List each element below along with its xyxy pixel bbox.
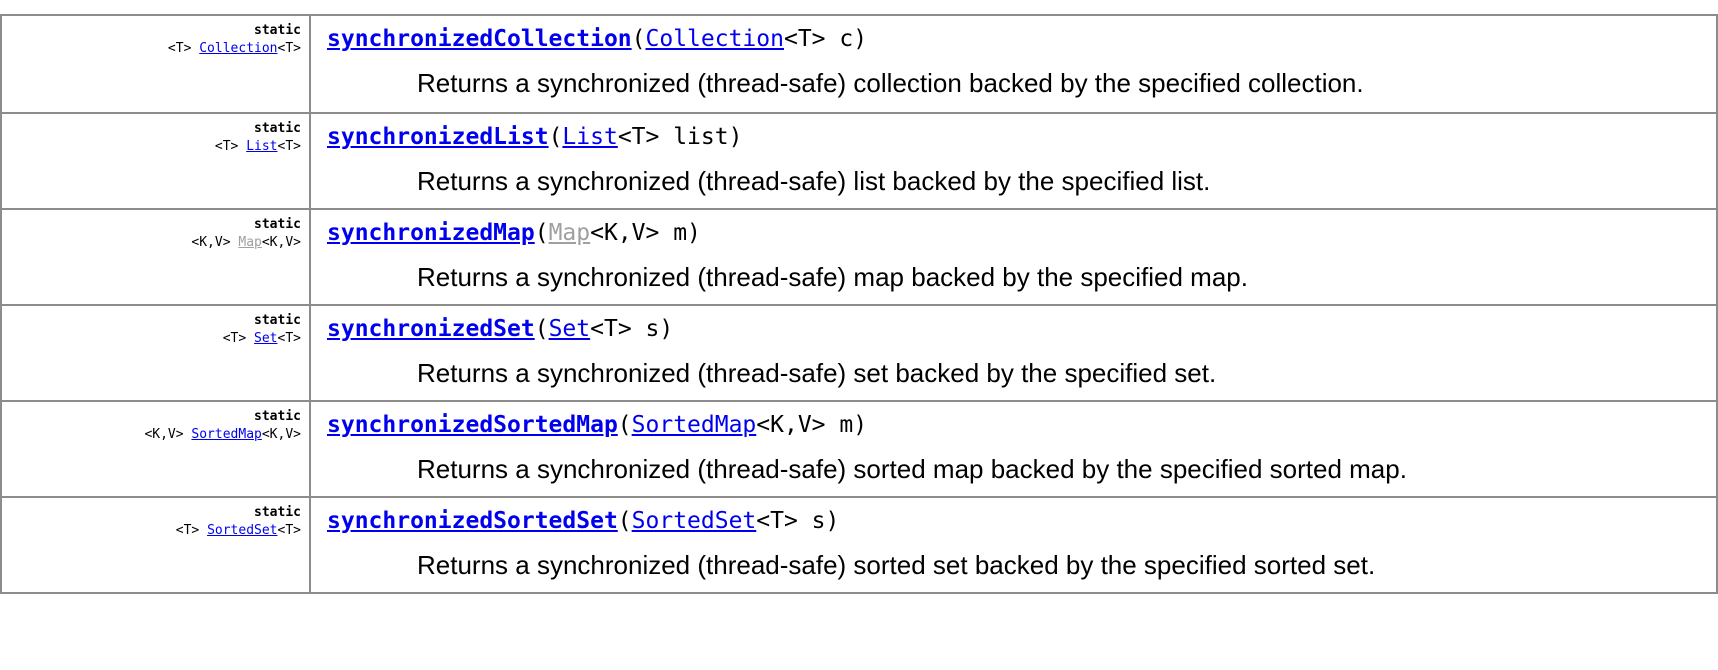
return-type-link[interactable]: Collection (199, 41, 277, 56)
param-type-link[interactable]: Collection (646, 26, 784, 52)
param-rest: <K,V> m) (756, 412, 868, 438)
method-link[interactable]: synchronizedSet (327, 316, 535, 342)
param-open: ( (534, 316, 549, 342)
param-rest: <T> s) (590, 316, 674, 342)
param-rest: <T> c) (783, 26, 868, 52)
method-description: Returns a synchronized (thread-safe) set… (417, 358, 1217, 388)
modifier-keyword: static (254, 23, 301, 38)
return-generics: <T> (277, 523, 301, 538)
return-generics: <T> (277, 139, 301, 154)
method-cell: synchronizedList(List<T> list) Returns a… (309, 112, 1718, 210)
modifier-cell: static <T> SortedSet<T> (0, 496, 311, 594)
method-signature: synchronizedSortedSet(SortedSet<T> s) (327, 504, 1716, 538)
method-signature: synchronizedSortedMap(SortedMap<K,V> m) (327, 408, 1716, 442)
method-link[interactable]: synchronizedSortedMap (327, 412, 618, 438)
method-row-synchronized-collection: static <T> Collection<T> synchronizedCol… (0, 14, 1718, 114)
return-type-link[interactable]: Map (238, 235, 261, 250)
modifier-keyword: static (254, 409, 301, 424)
method-row-synchronized-set: static <T> Set<T> synchronizedSet(Set<T>… (0, 304, 1718, 402)
return-type: <T> Set<T> (2, 330, 301, 348)
param-type-link[interactable]: List (562, 124, 617, 150)
type-params: <K,V> (144, 427, 184, 442)
method-signature: synchronizedCollection(Collection<T> c) (327, 22, 1716, 56)
method-cell: synchronizedCollection(Collection<T> c) … (309, 14, 1718, 114)
param-rest: <T> list) (617, 124, 743, 150)
type-params: <T> (167, 41, 192, 56)
param-type-link[interactable]: SortedSet (632, 508, 757, 534)
method-link[interactable]: synchronizedSortedSet (327, 508, 618, 534)
return-type: <K,V> SortedMap<K,V> (2, 426, 301, 444)
return-generics: <T> (277, 331, 301, 346)
method-description: Returns a synchronized (thread-safe) sor… (417, 454, 1407, 484)
method-row-synchronized-list: static <T> List<T> synchronizedList(List… (0, 112, 1718, 210)
method-signature: synchronizedList(List<T> list) (327, 120, 1716, 154)
type-params: <T> (214, 139, 239, 154)
return-type: <T> SortedSet<T> (2, 522, 301, 540)
method-link[interactable]: synchronizedMap (327, 220, 535, 246)
type-params: <T> (222, 331, 247, 346)
return-type-link[interactable]: SortedSet (207, 523, 277, 538)
modifier-keyword: static (254, 121, 301, 136)
param-type-link[interactable]: Set (549, 316, 591, 342)
method-row-synchronized-sorted-set: static <T> SortedSet<T> synchronizedSort… (0, 496, 1718, 594)
modifier-cell: static <T> Collection<T> (0, 14, 311, 114)
return-type: <T> Collection<T> (2, 40, 301, 58)
modifier-keyword: static (254, 217, 301, 232)
method-row-synchronized-map: static <K,V> Map<K,V> synchronizedMap(Ma… (0, 208, 1718, 306)
return-type-link[interactable]: Set (254, 331, 277, 346)
method-signature: synchronizedSet(Set<T> s) (327, 312, 1716, 346)
param-type-link[interactable]: SortedMap (632, 412, 757, 438)
method-description: Returns a synchronized (thread-safe) map… (417, 262, 1248, 292)
param-open: ( (631, 26, 646, 52)
modifier-cell: static <K,V> Map<K,V> (0, 208, 311, 306)
return-type: <T> List<T> (2, 138, 301, 156)
modifier-keyword: static (254, 505, 301, 520)
modifier-cell: static <T> List<T> (0, 112, 311, 210)
method-description: Returns a synchronized (thread-safe) lis… (417, 166, 1211, 196)
return-generics: <K,V> (261, 235, 301, 250)
type-params: <K,V> (191, 235, 231, 250)
method-summary-table: static <T> Collection<T> synchronizedCol… (0, 14, 1718, 594)
type-params: <T> (175, 523, 200, 538)
method-description: Returns a synchronized (thread-safe) sor… (417, 550, 1376, 580)
param-open: ( (617, 508, 632, 534)
param-open: ( (534, 220, 549, 246)
method-link[interactable]: synchronizedCollection (327, 26, 632, 52)
method-cell: synchronizedSortedMap(SortedMap<K,V> m) … (309, 400, 1718, 498)
return-type-link[interactable]: List (246, 139, 277, 154)
return-type: <K,V> Map<K,V> (2, 234, 301, 252)
param-open: ( (548, 124, 563, 150)
method-signature: synchronizedMap(Map<K,V> m) (327, 216, 1716, 250)
param-open: ( (617, 412, 632, 438)
method-cell: synchronizedSortedSet(SortedSet<T> s) Re… (309, 496, 1718, 594)
modifier-keyword: static (254, 313, 301, 328)
param-rest: <K,V> m) (590, 220, 701, 246)
param-type-link[interactable]: Map (549, 220, 591, 246)
method-row-synchronized-sorted-map: static <K,V> SortedMap<K,V> synchronized… (0, 400, 1718, 498)
method-description: Returns a synchronized (thread-safe) col… (417, 68, 1364, 98)
method-cell: synchronizedSet(Set<T> s) Returns a sync… (309, 304, 1718, 402)
modifier-cell: static <K,V> SortedMap<K,V> (0, 400, 311, 498)
method-link[interactable]: synchronizedList (327, 124, 549, 150)
method-cell: synchronizedMap(Map<K,V> m) Returns a sy… (309, 208, 1718, 306)
return-generics: <K,V> (261, 427, 301, 442)
param-rest: <T> s) (756, 508, 840, 534)
return-generics: <T> (277, 41, 301, 56)
modifier-cell: static <T> Set<T> (0, 304, 311, 402)
return-type-link[interactable]: SortedMap (191, 427, 261, 442)
